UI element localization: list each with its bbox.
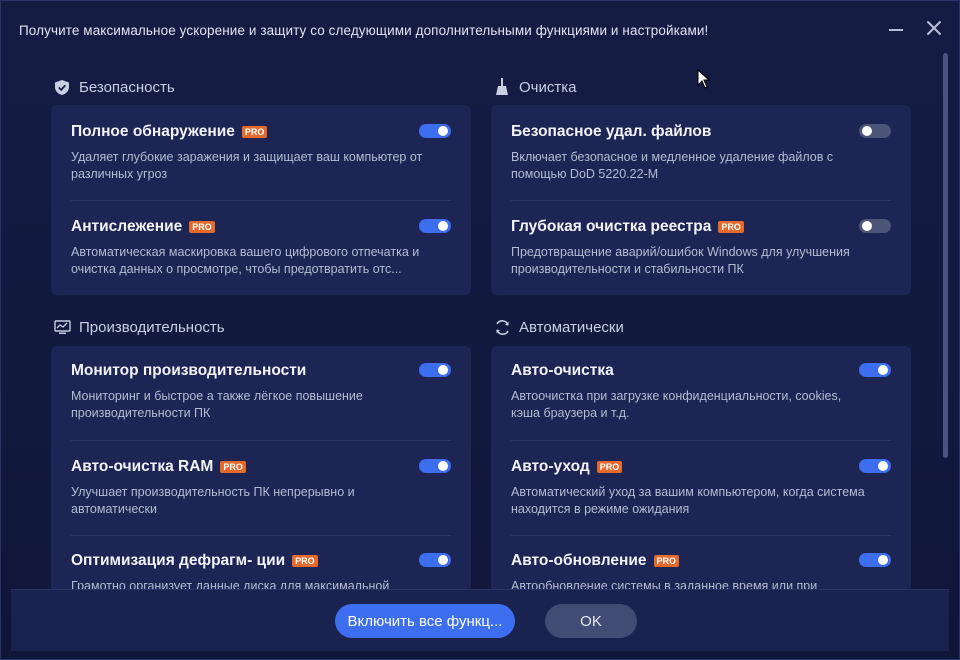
section-title: Автоматически [519,318,624,336]
item-description: Предотвращение аварий/ошибок Windows для… [511,245,850,276]
item-title: Антислежение PRO [71,216,451,238]
toggle-auto-ram-clean[interactable] [419,459,451,473]
section-header-automatic: Автоматически [493,316,624,338]
scrollbar[interactable] [943,53,948,458]
ok-button[interactable]: OK [545,604,637,638]
item-description: Улучшает производительность ПК непрерывн… [71,485,355,516]
section-title: Безопасность [79,78,175,96]
pro-badge: PRO [718,221,744,233]
dialog-footer: Включить все функц... OK [11,589,949,651]
enable-all-button[interactable]: Включить все функц... [335,604,515,638]
divider [71,440,451,441]
toggle-deep-registry-clean[interactable] [859,219,891,233]
list-item: Авто-очистка Автоочистка при загрузке ко… [511,360,891,422]
close-icon [927,21,941,35]
pro-badge: PRO [189,221,215,233]
list-item: Безопасное удал. файлов Включает безопас… [511,121,891,183]
toggle-anti-tracking[interactable] [419,219,451,233]
mouse-cursor-icon [697,69,711,89]
item-title: Авто-очистка [511,362,614,379]
list-item: Глубокая очистка реестра PRO Предотвраще… [511,216,891,278]
minimize-icon [889,29,903,31]
section-title: Очистка [519,78,577,96]
section-header-cleaning: Очистка [493,76,576,98]
pro-badge: PRO [220,461,246,473]
upgrade-dialog: Получите максимальное ускорение и защиту… [0,0,960,660]
security-card: Полное обнаружение PRO Удаляет глубокие … [51,105,471,295]
broom-icon [493,78,511,96]
divider [511,200,891,201]
section-title: Производительность [79,318,225,336]
list-item: Антислежение PRO Автоматическая маскиров… [71,216,451,278]
section-header-performance: Производительность [53,316,225,338]
toggle-auto-care[interactable] [859,459,891,473]
item-title: Глубокая очистка реестра PRO [511,216,891,238]
item-title: Оптимизация дефрагм- ции PRO [71,550,451,572]
toggle-full-detection[interactable] [419,124,451,138]
item-description: Автоматическая маскировка вашего цифрово… [71,245,420,276]
item-description: Удаляет глубокие заражения и защищает ва… [71,150,423,181]
close-button[interactable] [921,15,947,41]
list-item: Монитор производительности Мониторинг и … [71,360,451,422]
monitor-chart-icon [53,318,71,336]
toggle-defrag-optimization[interactable] [419,553,451,567]
list-item: Полное обнаружение PRO Удаляет глубокие … [71,121,451,183]
item-description: Автоочистка при загрузке конфиденциально… [511,389,842,420]
item-description: Мониторинг и быстрое а также лёгкое повы… [71,389,363,420]
item-title: Авто-очистка RAM PRO [71,456,451,478]
divider [71,535,451,536]
item-description: Автоматический уход за вашим компьютером… [511,485,865,516]
toggle-secure-delete[interactable] [859,124,891,138]
list-item: Авто-уход PRO Автоматический уход за ваш… [511,456,891,518]
item-description: Включает безопасное и медленное удаление… [511,150,834,181]
pro-badge: PRO [596,461,623,473]
refresh-icon [493,318,511,336]
divider [511,535,891,536]
toggle-performance-monitor[interactable] [419,363,451,377]
section-header-security: Безопасность [53,76,175,98]
pro-badge: PRO [292,555,318,567]
item-title: Полное обнаружение PRO [71,121,451,143]
cleaning-card: Безопасное удал. файлов Включает безопас… [491,105,911,295]
minimize-button[interactable] [883,15,909,41]
title-bar: Получите максимальное ускорение и защиту… [1,1,959,59]
toggle-auto-clean[interactable] [859,363,891,377]
item-title: Авто-обновление PRO [511,550,891,572]
shield-icon [53,78,71,96]
performance-card: Монитор производительности Мониторинг и … [51,346,471,606]
pro-badge: PRO [653,555,680,567]
automatic-card: Авто-очистка Автоочистка при загрузке ко… [491,346,911,606]
divider [511,440,891,441]
pro-badge: PRO [241,126,268,138]
toggle-auto-update[interactable] [859,553,891,567]
item-title: Авто-уход PRO [511,456,891,478]
dialog-title: Получите максимальное ускорение и защиту… [19,23,709,38]
item-title: Безопасное удал. файлов [511,123,712,140]
list-item: Авто-очистка RAM PRO Улучшает производит… [71,456,451,518]
divider [71,200,451,201]
item-title: Монитор производительности [71,362,307,379]
